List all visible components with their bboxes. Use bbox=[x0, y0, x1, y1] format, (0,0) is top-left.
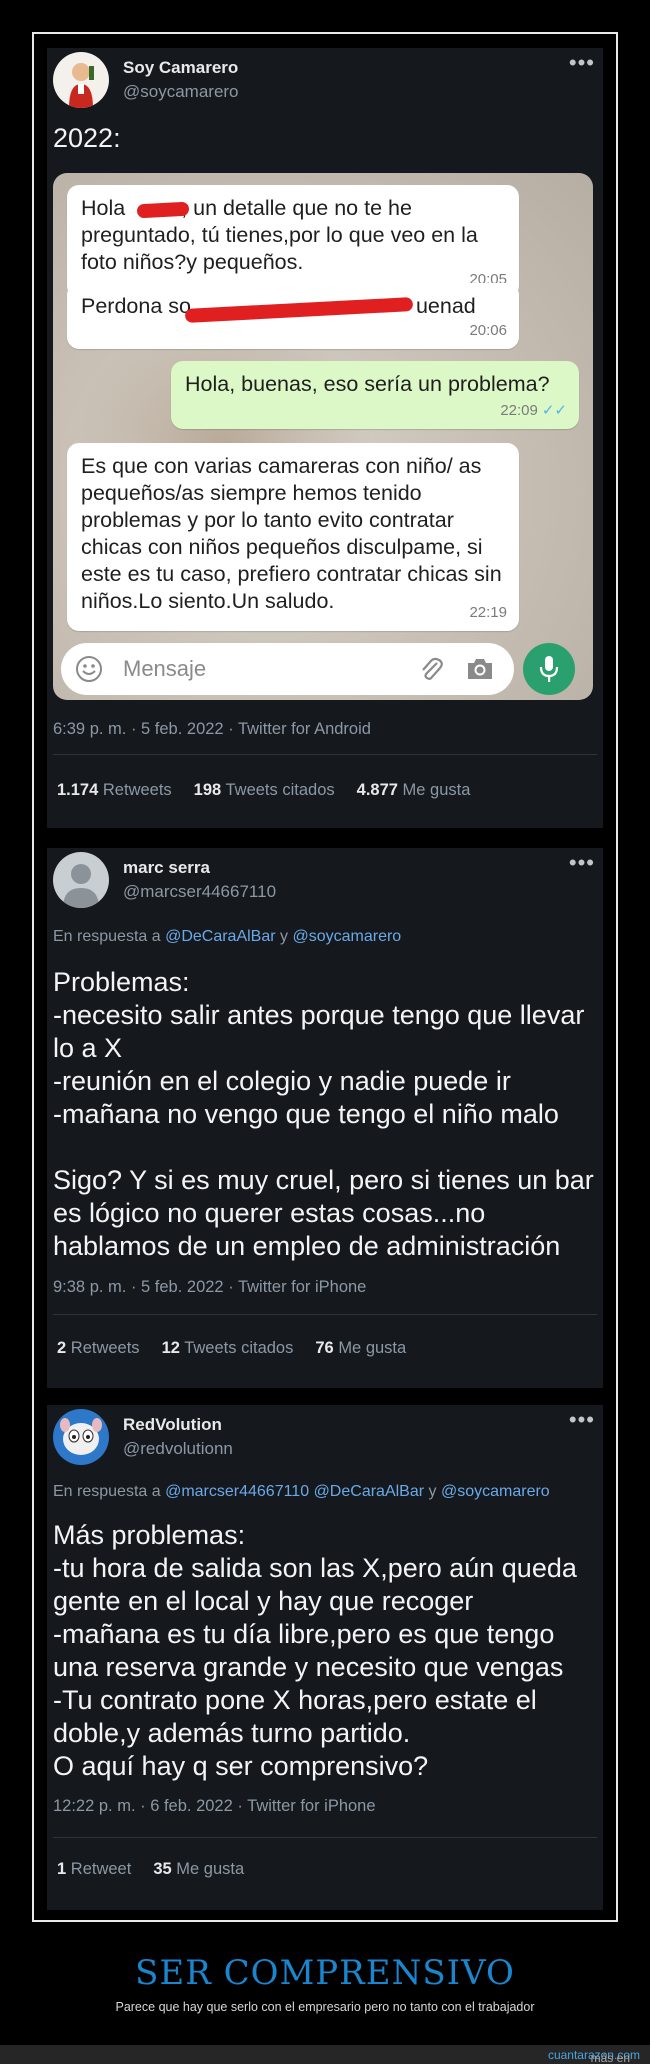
author-name[interactable]: Soy Camarero bbox=[123, 58, 238, 78]
reply-conjunction: y bbox=[428, 1483, 437, 1500]
attach-icon[interactable] bbox=[417, 655, 445, 683]
quotes-label: Tweets citados bbox=[225, 781, 335, 799]
avatar[interactable] bbox=[53, 1409, 109, 1465]
author-name[interactable]: marc serra bbox=[123, 858, 210, 878]
retweets-count: 2 bbox=[57, 1339, 67, 1357]
tweet-soycamarero: Soy Camarero @soycamarero ••• 2022: Hola… bbox=[47, 48, 603, 828]
quotes-stat[interactable]: 198 Tweets citados bbox=[194, 781, 335, 800]
redaction-mark bbox=[136, 201, 190, 219]
retweets-count: 1.174 bbox=[57, 781, 99, 799]
more-options-icon[interactable]: ••• bbox=[569, 50, 595, 76]
message-text: Hola bbox=[81, 196, 132, 220]
post-title: SER COMPRENSIVO bbox=[135, 1953, 515, 1993]
tweet-marc-serra: marc serra @marcser44667110 ••• En respu… bbox=[47, 848, 603, 1388]
reply-context: En respuesta a @marcser44667110 @DeCaraA… bbox=[53, 1483, 550, 1501]
likes-count: 76 bbox=[315, 1339, 334, 1357]
tweet-timestamp[interactable]: 9:38 p. m. · 5 feb. 2022 · Twitter for i… bbox=[53, 1278, 366, 1297]
reply-mention-link[interactable]: @marcser44667110 bbox=[165, 1483, 309, 1500]
quotes-count: 198 bbox=[193, 781, 222, 799]
likes-label: Me gusta bbox=[176, 1860, 245, 1878]
divider bbox=[53, 754, 597, 755]
divider bbox=[53, 1837, 597, 1838]
author-handle[interactable]: @marcser44667110 bbox=[123, 882, 276, 902]
message-time: 20:06 bbox=[469, 322, 507, 339]
author-handle[interactable]: @redvolutionn bbox=[123, 1439, 233, 1459]
tweet-timestamp[interactable]: 12:22 p. m. · 6 feb. 2022 · Twitter for … bbox=[53, 1797, 376, 1816]
avatar[interactable] bbox=[53, 852, 109, 908]
retweets-label: Retweets bbox=[102, 781, 172, 799]
chat-message-incoming: Hola , un detalle que no te he preguntad… bbox=[67, 185, 519, 298]
more-on-site: más en cuantarazon.com bbox=[548, 2048, 640, 2064]
more-options-icon[interactable]: ••• bbox=[569, 1407, 595, 1433]
reply-prefix: En respuesta a bbox=[53, 928, 161, 945]
reply-mention-link[interactable]: @soycamarero bbox=[441, 1483, 550, 1500]
whatsapp-screenshot[interactable]: Hola , un detalle que no te he preguntad… bbox=[53, 173, 593, 700]
retweets-label: Retweet bbox=[70, 1860, 132, 1878]
chat-message-outgoing: Hola, buenas, eso sería un problema? 22:… bbox=[171, 361, 579, 429]
tweet-timestamp[interactable]: 6:39 p. m. · 5 feb. 2022 · Twitter for A… bbox=[53, 720, 371, 739]
more-options-icon[interactable]: ••• bbox=[569, 850, 595, 876]
tweet-text: 2022: bbox=[53, 123, 121, 153]
retweets-stat[interactable]: 2 Retweets bbox=[57, 1339, 140, 1358]
message-input[interactable]: Mensaje bbox=[61, 643, 514, 695]
divider bbox=[53, 1314, 597, 1315]
tweet-redvolution: RedVolution @redvolutionn ••• En respues… bbox=[47, 1405, 603, 1910]
double-check-icon: ✓✓ bbox=[541, 402, 567, 419]
tweet-text: Más problemas: -tu hora de salida son la… bbox=[53, 1520, 577, 1781]
site-bottom-bar: más en cuantarazon.com bbox=[0, 2045, 650, 2064]
emoji-icon[interactable] bbox=[75, 655, 103, 683]
avatar[interactable] bbox=[53, 52, 109, 108]
retweets-label: Retweets bbox=[70, 1339, 140, 1357]
likes-label: Me gusta bbox=[402, 781, 471, 799]
redaction-mark bbox=[184, 297, 414, 323]
retweets-stat[interactable]: 1.174 Retweets bbox=[57, 781, 172, 800]
author-name[interactable]: RedVolution bbox=[123, 1415, 222, 1435]
microphone-icon bbox=[539, 656, 559, 682]
likes-label: Me gusta bbox=[338, 1339, 407, 1357]
reply-context: En respuesta a @DeCaraAlBar y @soycamare… bbox=[53, 928, 401, 946]
tweet-text: Problemas: -necesito salir antes porque … bbox=[53, 967, 594, 1261]
quotes-label: Tweets citados bbox=[184, 1339, 294, 1357]
chat-message-incoming: Es que con varias camareras con niño/ as… bbox=[67, 443, 519, 631]
likes-stat[interactable]: 35 Me gusta bbox=[153, 1860, 244, 1879]
retweets-stat[interactable]: 1 Retweet bbox=[57, 1860, 131, 1879]
reply-prefix: En respuesta a bbox=[53, 1483, 161, 1500]
quotes-stat[interactable]: 12 Tweets citados bbox=[162, 1339, 294, 1358]
more-prefix: más en bbox=[590, 2051, 630, 2064]
likes-count: 4.877 bbox=[356, 781, 398, 799]
camera-icon[interactable] bbox=[465, 655, 495, 683]
message-placeholder: Mensaje bbox=[123, 656, 207, 681]
message-text: Es que con varias camareras con niño/ as… bbox=[81, 454, 502, 613]
author-handle[interactable]: @soycamarero bbox=[123, 82, 239, 102]
likes-count: 35 bbox=[153, 1860, 172, 1878]
tweet-stats: 1.174 Retweets 198 Tweets citados 4.877 … bbox=[57, 781, 470, 800]
retweets-count: 1 bbox=[57, 1860, 67, 1878]
post-subtitle: Parece que hay que serlo con el empresar… bbox=[115, 2000, 535, 2014]
message-time-value: 22:09 bbox=[500, 402, 538, 419]
microphone-button[interactable] bbox=[523, 643, 575, 695]
tweet-stats: 1 Retweet 35 Me gusta bbox=[57, 1860, 244, 1879]
message-text: Hola, buenas, eso sería un problema? bbox=[185, 372, 550, 396]
message-text: uenad bbox=[415, 294, 476, 318]
tweet-stats: 2 Retweets 12 Tweets citados 76 Me gusta bbox=[57, 1339, 406, 1358]
reply-mention-link[interactable]: @DeCaraAlBar bbox=[314, 1483, 425, 1500]
message-time: 22:09 ✓✓ bbox=[500, 397, 567, 424]
reply-mention-link[interactable]: @soycamarero bbox=[292, 928, 401, 945]
likes-stat[interactable]: 76 Me gusta bbox=[315, 1339, 406, 1358]
reply-mention-link[interactable]: @DeCaraAlBar bbox=[165, 928, 276, 945]
message-time: 22:19 bbox=[469, 604, 507, 621]
chat-message-incoming: Perdona so uenad 20:06 bbox=[67, 283, 519, 349]
message-text: Perdona so bbox=[81, 294, 191, 318]
likes-stat[interactable]: 4.877 Me gusta bbox=[357, 781, 471, 800]
reply-conjunction: y bbox=[280, 928, 289, 945]
quotes-count: 12 bbox=[161, 1339, 180, 1357]
